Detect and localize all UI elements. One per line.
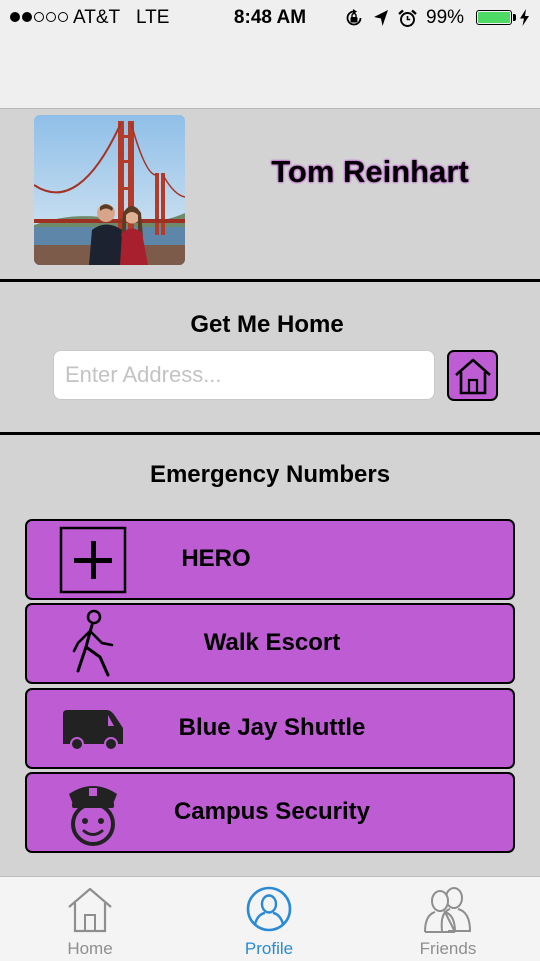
hero-label: HERO [181,545,251,572]
tab-home[interactable]: Home [25,877,155,961]
get-me-home-title: Get Me Home [190,311,344,338]
section-divider [0,432,540,435]
hero-button[interactable]: HERO [25,519,515,600]
blue-jay-shuttle-button[interactable]: Blue Jay Shuttle [25,688,515,769]
battery-icon [476,10,512,25]
tab-profile-label: Profile [244,939,294,958]
tab-bar: Home Profile Friends [0,876,540,961]
orientation-lock-icon [346,9,362,26]
campus-security-label: Campus Security [173,798,371,825]
charging-bolt-icon [520,9,529,26]
friends-icon [383,885,513,933]
status-bar: AT&T LTE 8:48 AM 99% [0,0,540,36]
campus-security-button[interactable]: Campus Security [25,772,515,853]
profile-icon [204,885,334,933]
blue-jay-shuttle-label: Blue Jay Shuttle [178,714,366,741]
tab-friends[interactable]: Friends [383,877,513,961]
battery-level [478,12,510,23]
get-home-button[interactable] [447,350,498,401]
home-icon [454,358,491,394]
profile-header: Tom Reinhart [0,109,540,279]
tab-friends-label: Friends [419,939,477,958]
walk-escort-label: Walk Escort [203,629,341,656]
tab-profile[interactable]: Profile [204,877,334,961]
location-arrow-icon [374,10,388,26]
battery-percent: 99% [426,7,465,28]
address-input[interactable] [53,350,435,400]
profile-photo[interactable] [34,115,185,265]
tab-home-label: Home [67,939,113,958]
section-divider [0,279,540,282]
battery-nub [513,14,516,21]
alarm-clock-icon [398,9,417,27]
house-icon [25,885,155,933]
status-icons [344,8,417,28]
emergency-numbers-title: Emergency Numbers [149,461,391,488]
walk-escort-button[interactable]: Walk Escort [25,603,515,684]
profile-name: Tom Reinhart [271,154,469,189]
top-bar: AT&T LTE 8:48 AM 99% [0,0,540,109]
